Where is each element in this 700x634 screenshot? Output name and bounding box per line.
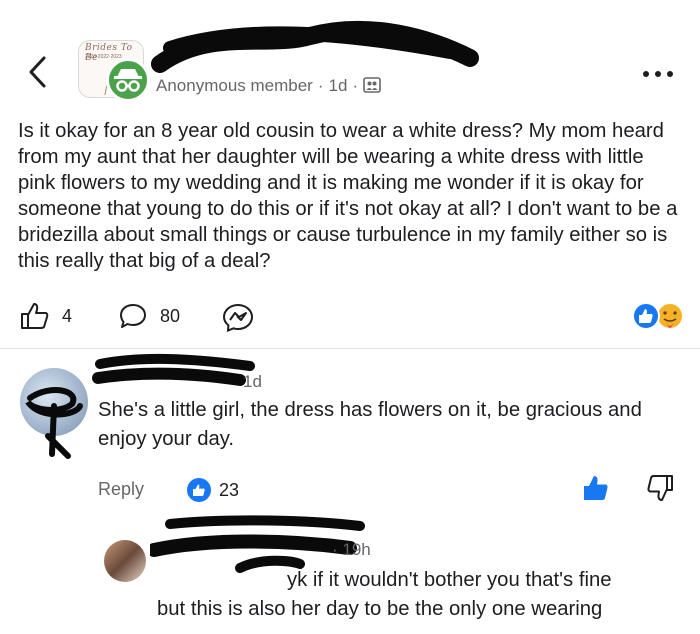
anonymous-avatar — [106, 58, 150, 102]
comment-button[interactable]: 80 — [118, 302, 180, 330]
comment-like-number: 23 — [219, 479, 240, 500]
comment-text: She's a little girl, the dress has flowe… — [98, 399, 642, 450]
messenger-icon — [222, 303, 254, 332]
like-count: 4 — [62, 305, 73, 326]
more-dots-icon — [643, 71, 673, 77]
like-badge-icon — [187, 478, 211, 502]
redacted-avatar-scribble — [25, 387, 83, 459]
group-logo-years: 2020·2022·2023 — [85, 54, 122, 60]
thumbs-up-icon — [21, 303, 49, 329]
comment-time: 1d — [243, 372, 262, 391]
comment-like-count[interactable]: 23 — [187, 478, 239, 502]
reply-author-avatar[interactable] — [104, 540, 146, 582]
downvote-button[interactable] — [646, 474, 674, 507]
reply-time: · 19h — [332, 540, 371, 559]
author-label: Anonymous member — [156, 76, 313, 95]
comment-bubble-icon — [120, 304, 146, 328]
members-icon — [363, 77, 381, 93]
post-body: Is it okay for an 8 year old cousin to w… — [18, 120, 678, 272]
like-button[interactable]: 4 — [20, 302, 72, 330]
thumbs-down-icon — [647, 475, 673, 501]
reply-button[interactable]: Reply — [98, 479, 144, 500]
incognito-icon — [114, 69, 142, 92]
back-button[interactable] — [22, 52, 56, 92]
reply-text-line-2: but this is also her day to be the only … — [157, 598, 603, 620]
more-options-button[interactable] — [640, 64, 676, 84]
author-meta: Anonymous member · 1d · — [156, 76, 381, 96]
thumbs-up-filled-icon — [584, 476, 608, 500]
comment-count: 80 — [160, 305, 181, 326]
reply-text: yk if it wouldn't bother you that's fine… — [157, 566, 677, 624]
like-care-reactions-icon — [632, 302, 684, 330]
upvote-button[interactable] — [582, 474, 610, 507]
redacted-commenter-name — [92, 353, 255, 386]
messenger-share-button[interactable] — [221, 302, 267, 332]
divider — [0, 348, 700, 349]
redacted-group-name — [151, 20, 479, 73]
post-time: 1d — [328, 76, 348, 95]
reply-text-line-1: yk if it wouldn't bother you that's fine — [287, 569, 612, 591]
reactions-summary[interactable] — [626, 300, 686, 332]
chevron-left-icon — [29, 56, 46, 88]
